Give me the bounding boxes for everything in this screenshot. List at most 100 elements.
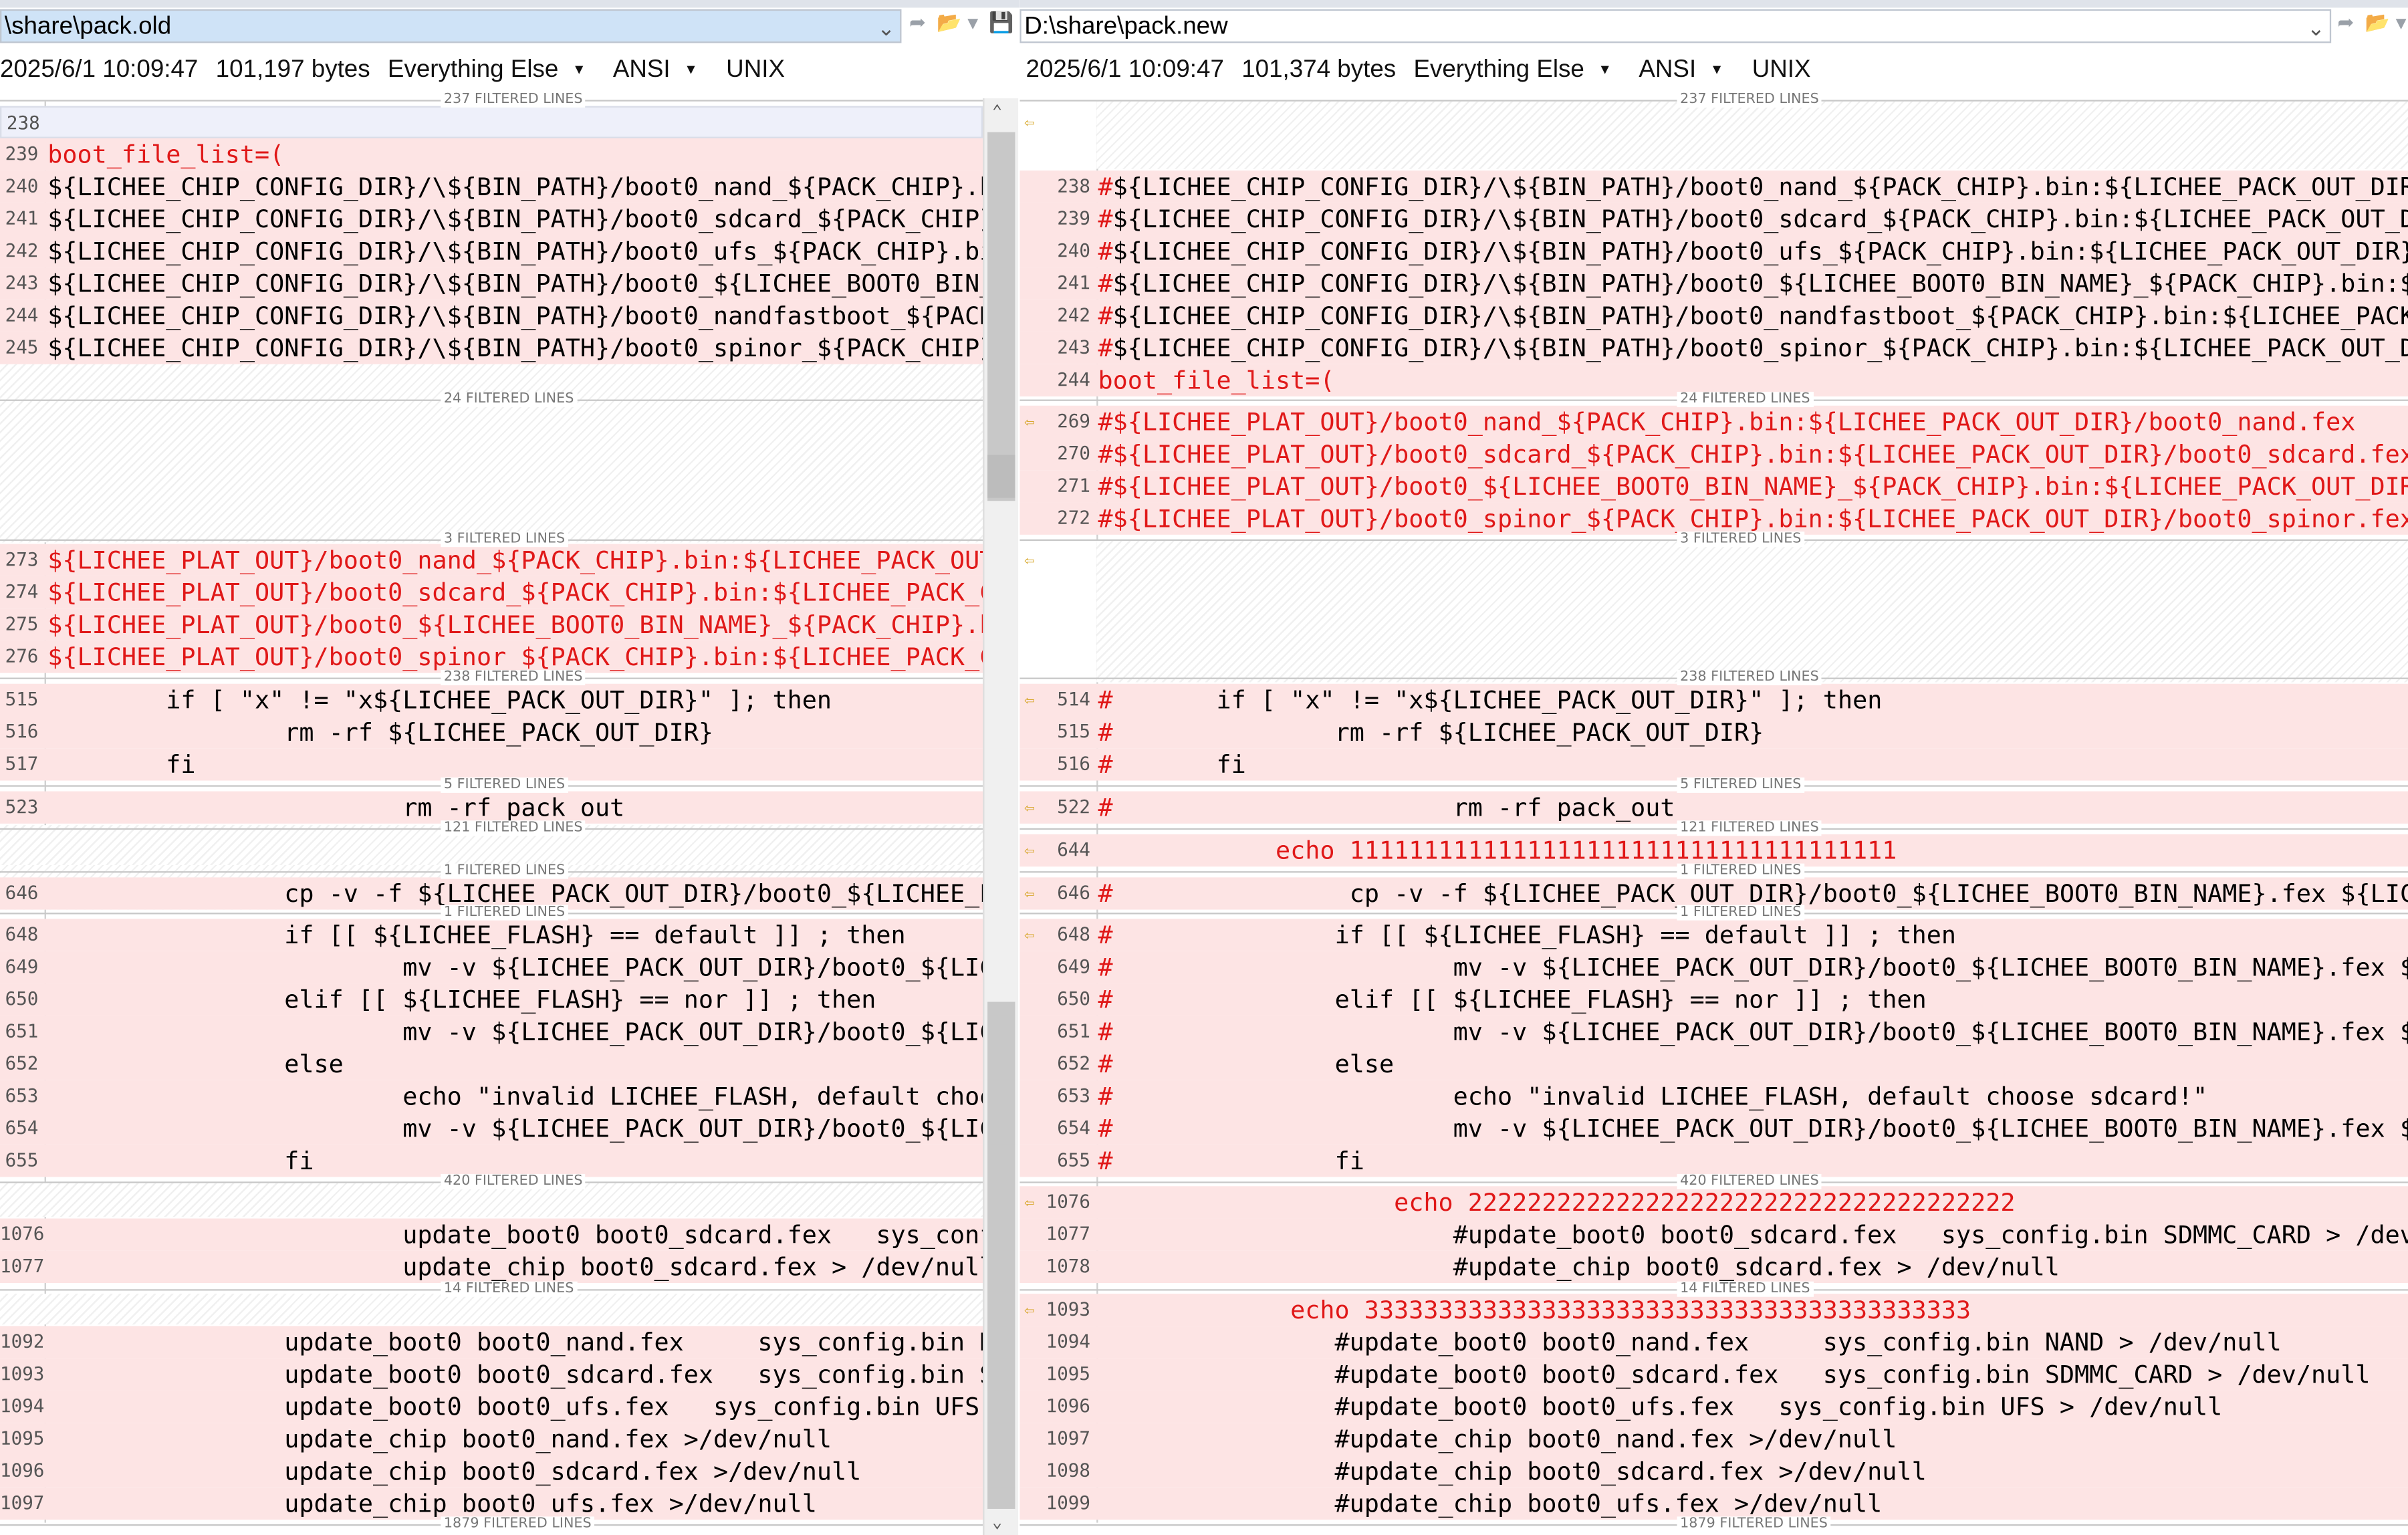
diff-line[interactable]: 516 rm -rf ${LICHEE_PACK_OUT_DIR} (0, 716, 983, 749)
chevron-down-icon[interactable]: ▼ (967, 11, 978, 38)
diff-line[interactable]: 244 ${LICHEE_CHIP_CONFIG_DIR}/\${BIN_PATH… (0, 300, 994, 332)
left-arrow-marker-icon[interactable]: ⇦ (1024, 684, 1034, 716)
folder-icon[interactable]: 📂 (937, 11, 961, 38)
left-arrow-marker-icon[interactable]: ⇦ (1024, 1294, 1034, 1326)
diff-line[interactable]: 651 # mv -v ${LICHEE_PACK_OUT_DIR}/boot0_… (1019, 1016, 2408, 1048)
filtered-lines-label: 237 FILTERED LINES (441, 92, 586, 108)
folder-icon[interactable]: 📂 (2365, 11, 2390, 38)
diff-line[interactable]: 242 ${LICHEE_CHIP_CONFIG_DIR}/\${BIN_PATH… (0, 235, 994, 267)
diff-line[interactable]: 1095 update_chip boot0_nand.fex >/dev/nu… (0, 1423, 983, 1455)
diff-line[interactable]: 654 mv -v ${LICHEE_PACK_OUT_DIR}/boot0_$… (0, 1112, 994, 1145)
diff-line[interactable]: 270 #${LICHEE_PLAT_OUT}/boot0_sdcard_${PA… (1019, 438, 2408, 471)
diff-line[interactable]: 238 #${LICHEE_CHIP_CONFIG_DIR}/\${BIN_PAT… (1019, 170, 2408, 203)
diff-line[interactable]: 652 else (0, 1048, 983, 1080)
diff-line[interactable]: 1077 #update_boot0 boot0_sdcard.fex sys_… (1019, 1218, 2408, 1251)
diff-line[interactable]: 648 # if [[ ${LICHEE_FLASH} == default ]]… (1019, 919, 2408, 951)
save-icon[interactable]: 💾 (989, 11, 1013, 38)
diff-line[interactable]: 1093 echo 333333333333333333333333333333… (1019, 1294, 2408, 1326)
diff-line[interactable]: 238 (0, 106, 983, 138)
diff-line[interactable]: 1094 #update_boot0 boot0_nand.fex sys_co… (1019, 1326, 2408, 1359)
diff-line[interactable]: 269 #${LICHEE_PLAT_OUT}/boot0_nand_${PACK… (1019, 405, 2408, 439)
back-arrow-icon[interactable]: ➦ (909, 11, 926, 38)
diff-line[interactable]: 240 #${LICHEE_CHIP_CONFIG_DIR}/\${BIN_PAT… (1019, 235, 2408, 267)
diff-line[interactable]: 1093 update_boot0 boot0_sdcard.fex sys_c… (0, 1358, 994, 1391)
left-arrow-marker-icon[interactable]: ⇦ (1024, 106, 1034, 138)
diff-line[interactable]: 655 fi (0, 1145, 983, 1177)
diff-line[interactable]: 272 #${LICHEE_PLAT_OUT}/boot0_spinor_${PA… (1019, 502, 2408, 535)
diff-line[interactable]: 649 mv -v ${LICHEE_PACK_OUT_DIR}/boot0_$… (0, 951, 994, 983)
left-arrow-marker-icon[interactable]: ⇦ (1024, 919, 1034, 951)
back-arrow-icon[interactable]: ➦ (2337, 11, 2354, 38)
diff-line[interactable]: 241 #${LICHEE_CHIP_CONFIG_DIR}/\${BIN_PAT… (1019, 267, 2408, 300)
right-path-field[interactable]: D:\share\pack.new ⌄ (1019, 9, 2332, 43)
left-arrow-marker-icon[interactable]: ⇦ (1024, 1186, 1034, 1218)
diff-line[interactable]: 515 # rm -rf ${LICHEE_PACK_OUT_DIR} (1019, 716, 2408, 749)
diff-line[interactable]: 654 # mv -v ${LICHEE_PACK_OUT_DIR}/boot0_… (1019, 1112, 2408, 1145)
diff-line[interactable]: 1097 update_chip boot0_ufs.fex >/dev/nul… (0, 1487, 983, 1520)
left-path-field[interactable]: \share\pack.old ⌄ (0, 9, 902, 43)
diff-line[interactable]: 241 ${LICHEE_CHIP_CONFIG_DIR}/\${BIN_PATH… (0, 203, 994, 235)
left-arrow-marker-icon[interactable]: ⇦ (1024, 406, 1034, 438)
diff-line[interactable]: 1097 #update_chip boot0_nand.fex >/dev/n… (1019, 1423, 2408, 1455)
left-arrow-marker-icon[interactable]: ⇦ (1024, 877, 1034, 909)
diff-line[interactable]: 243 ${LICHEE_CHIP_CONFIG_DIR}/\${BIN_PATH… (0, 267, 994, 300)
left-arrow-marker-icon[interactable]: ⇦ (1024, 544, 1034, 576)
line-number: 276 (5, 645, 39, 667)
diff-line[interactable]: 240 ${LICHEE_CHIP_CONFIG_DIR}/\${BIN_PATH… (0, 170, 994, 203)
left-filter-select[interactable]: Everything Else ▼ (388, 57, 597, 83)
diff-line[interactable]: 1099 #update_chip boot0_ufs.fex >/dev/nu… (1019, 1487, 2408, 1520)
diff-line[interactable]: 271 #${LICHEE_PLAT_OUT}/boot0_${LICHEE_BO… (1019, 470, 2408, 503)
chevron-down-icon[interactable]: ▼ (2396, 11, 2407, 38)
diff-line[interactable]: 243 #${LICHEE_CHIP_CONFIG_DIR}/\${BIN_PAT… (1019, 332, 2408, 364)
diff-line[interactable]: 1076 update_boot0 boot0_sdcard.fex sys_c… (0, 1218, 994, 1251)
scroll-thumb[interactable] (987, 132, 1015, 501)
left-arrow-marker-icon[interactable]: ⇦ (1024, 834, 1034, 866)
left-vertical-scrollbar[interactable]: ⌃ ⌄ (983, 98, 1019, 1535)
diff-line[interactable]: 276 ${LICHEE_PLAT_OUT}/boot0_spinor_${PAC… (0, 640, 994, 673)
left-encoding-select[interactable]: ANSI ▼ (613, 57, 709, 83)
diff-line[interactable]: 1096 update_chip boot0_sdcard.fex >/dev/… (0, 1455, 983, 1488)
line-number: 651 (1057, 1020, 1091, 1042)
diff-line[interactable]: 649 # mv -v ${LICHEE_PACK_OUT_DIR}/boot0_… (1019, 951, 2408, 983)
diff-line[interactable]: 242 #${LICHEE_CHIP_CONFIG_DIR}/\${BIN_PAT… (1019, 300, 2408, 332)
diff-line[interactable]: 648 if [[ ${LICHEE_FLASH} == default ]] … (0, 919, 983, 951)
diff-line[interactable]: 1098 #update_chip boot0_sdcard.fex >/dev… (1019, 1455, 2408, 1488)
diff-line[interactable]: 1092 update_boot0 boot0_nand.fex sys_con… (0, 1326, 994, 1359)
code-text: #${LICHEE_CHIP_CONFIG_DIR}/\${BIN_PATH}/… (1098, 269, 2408, 298)
diff-line[interactable]: 653 echo "invalid LICHEE_FLASH, default … (0, 1080, 994, 1112)
line-number: 241 (1057, 271, 1091, 293)
diff-line[interactable]: 644 echo 1111111111111111111111111111111… (1019, 834, 2408, 867)
diff-line[interactable]: 1077 update_chip boot0_sdcard.fex > /dev… (0, 1250, 994, 1284)
diff-line[interactable]: 273 ${LICHEE_PLAT_OUT}/boot0_nand_${PACK_… (0, 544, 994, 576)
diff-line[interactable]: 517 fi (0, 748, 983, 781)
diff-line[interactable]: 651 mv -v ${LICHEE_PACK_OUT_DIR}/boot0_$… (0, 1016, 994, 1048)
right-encoding-select[interactable]: ANSI ▼ (1639, 57, 1734, 83)
diff-line[interactable]: 650 # elif [[ ${LICHEE_FLASH} == nor ]] ;… (1019, 983, 2408, 1016)
diff-line[interactable]: 523 rm -rf pack_out (0, 791, 983, 824)
diff-line[interactable]: 653 # echo "invalid LICHEE_FLASH, default… (1019, 1080, 2408, 1112)
diff-line[interactable]: 1076 echo 222222222222222222222222222222… (1019, 1186, 2408, 1219)
diff-line[interactable]: 239 boot_file_list=( (0, 138, 983, 171)
diff-line[interactable]: 274 ${LICHEE_PLAT_OUT}/boot0_sdcard_${PAC… (0, 576, 994, 609)
right-filter-select[interactable]: Everything Else ▼ (1413, 57, 1622, 83)
chevron-down-icon[interactable]: ⌄ (2307, 11, 2325, 41)
scroll-down-icon[interactable]: ⌄ (992, 1512, 1002, 1532)
diff-line[interactable]: 650 elif [[ ${LICHEE_FLASH} == nor ]] ; … (0, 983, 983, 1016)
diff-line[interactable]: 1095 #update_boot0 boot0_sdcard.fex sys_… (1019, 1358, 2408, 1391)
diff-line[interactable]: 1078 #update_chip boot0_sdcard.fex > /de… (1019, 1250, 2408, 1284)
diff-line[interactable]: 652 # else (1019, 1048, 2408, 1080)
scroll-up-icon[interactable]: ⌃ (992, 102, 1002, 122)
diff-line[interactable]: 1096 #update_boot0 boot0_ufs.fex sys_con… (1019, 1390, 2408, 1423)
diff-line[interactable]: 655 # fi (1019, 1145, 2408, 1177)
diff-line[interactable]: 245 ${LICHEE_CHIP_CONFIG_DIR}/\${BIN_PATH… (0, 332, 994, 364)
diff-line[interactable]: 275 ${LICHEE_PLAT_OUT}/boot0_${LICHEE_BOO… (0, 608, 994, 641)
line-number: 241 (5, 207, 39, 229)
diff-line[interactable]: 522 # rm -rf pack_out (1019, 791, 2408, 824)
left-arrow-marker-icon[interactable]: ⇦ (1024, 792, 1034, 824)
diff-line[interactable]: 514 # if [ "x" != "x${LICHEE_PACK_OUT_DIR… (1019, 683, 2408, 717)
diff-line[interactable]: 515 if [ "x" != "x${LICHEE_PACK_OUT_DIR}… (0, 683, 983, 717)
chevron-down-icon[interactable]: ⌄ (877, 11, 895, 41)
diff-line[interactable]: 1094 update_boot0 boot0_ufs.fex sys_conf… (0, 1390, 983, 1423)
diff-line[interactable]: 239 #${LICHEE_CHIP_CONFIG_DIR}/\${BIN_PAT… (1019, 203, 2408, 235)
diff-line[interactable]: 516 # fi (1019, 748, 2408, 781)
